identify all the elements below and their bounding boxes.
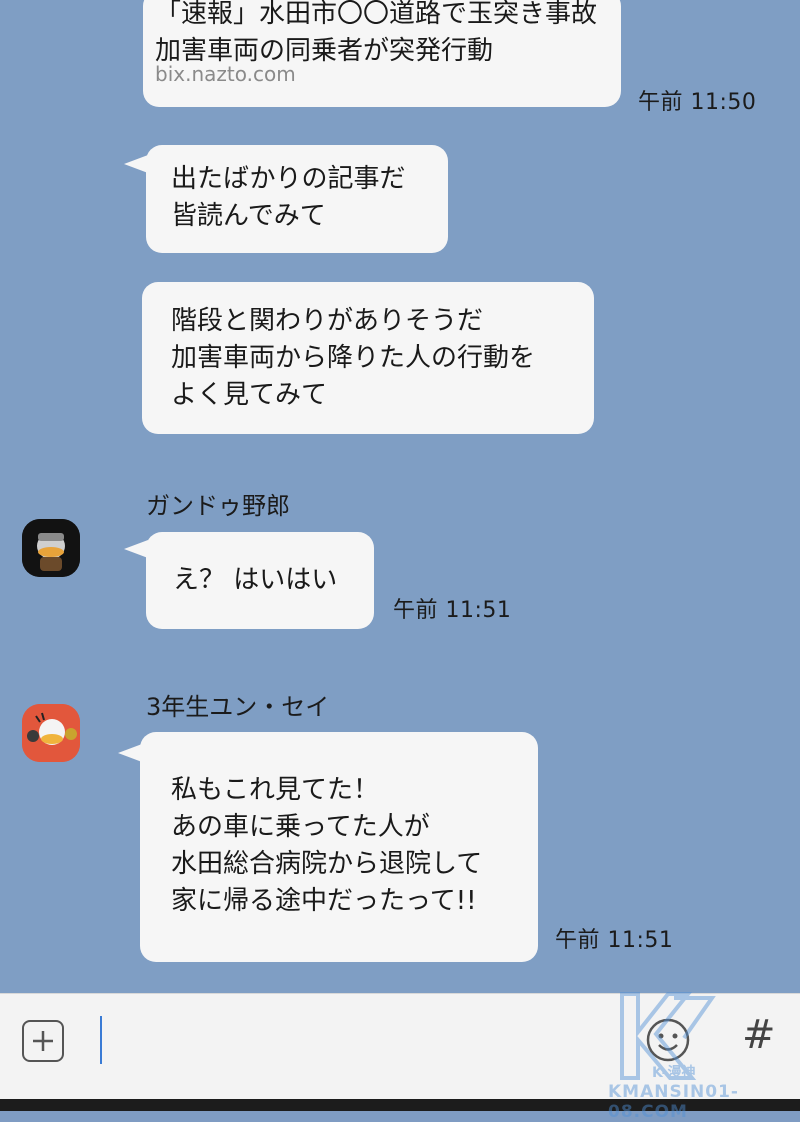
- message-input-bar: #: [0, 993, 800, 1100]
- message-text: え？ はいはい: [173, 565, 338, 595]
- duck-avatar-icon: [22, 519, 80, 577]
- bubble-tail: [124, 155, 148, 173]
- message-bubble: え？ はいはい: [124, 532, 374, 629]
- message-bubble: 出たばかりの記事だ 皆読んでみて: [124, 145, 448, 253]
- sender-name: ガンドゥ野郎: [146, 492, 290, 520]
- avatar-yun-sei[interactable]: [22, 704, 80, 762]
- hash-button[interactable]: #: [742, 1012, 776, 1058]
- message-bubble: 私もこれ見てた！ あの車に乗ってた人が 水田総合病院から退院して 家に帰る途中だ…: [118, 732, 538, 962]
- avatar-gandu[interactable]: [22, 519, 80, 577]
- plus-square-icon[interactable]: [22, 1020, 64, 1062]
- emoji-face-icon: [646, 1018, 690, 1062]
- bottom-edge: [0, 1099, 800, 1111]
- message-text: 出たばかりの記事だ 皆読んでみて: [171, 164, 406, 231]
- link-url: bix.nazto.com: [155, 62, 296, 86]
- bubble-tail: [124, 540, 148, 558]
- link-message-bubble[interactable]: 「速報」水田市〇〇道路で玉突き事故 加害車両の同乗者が突発行動 bix.nazt…: [143, 0, 621, 107]
- duck-avatar-icon: [22, 704, 80, 762]
- timestamp: 午前 11:50: [638, 90, 757, 115]
- message-text: 私もこれ見てた！ あの車に乗ってた人が 水田総合病院から退院して 家に帰る途中だ…: [171, 775, 483, 916]
- chat-area: 「速報」水田市〇〇道路で玉突き事故 加害車両の同乗者が突発行動 bix.nazt…: [0, 0, 800, 993]
- smiley-icon[interactable]: [644, 1016, 692, 1064]
- message-bubble: 階段と関わりがありそうだ 加害車両から降りた人の行動を よく見てみて: [142, 282, 594, 434]
- message-text: 階段と関わりがありそうだ 加害車両から降りた人の行動を よく見てみて: [171, 306, 536, 410]
- text-cursor[interactable]: [100, 1016, 102, 1064]
- bubble-tail: [118, 744, 142, 762]
- sender-name: 3年生ユン・セイ: [146, 693, 330, 721]
- timestamp: 午前 11:51: [555, 928, 674, 953]
- plus-icon: [33, 1031, 53, 1051]
- timestamp: 午前 11:51: [393, 598, 512, 623]
